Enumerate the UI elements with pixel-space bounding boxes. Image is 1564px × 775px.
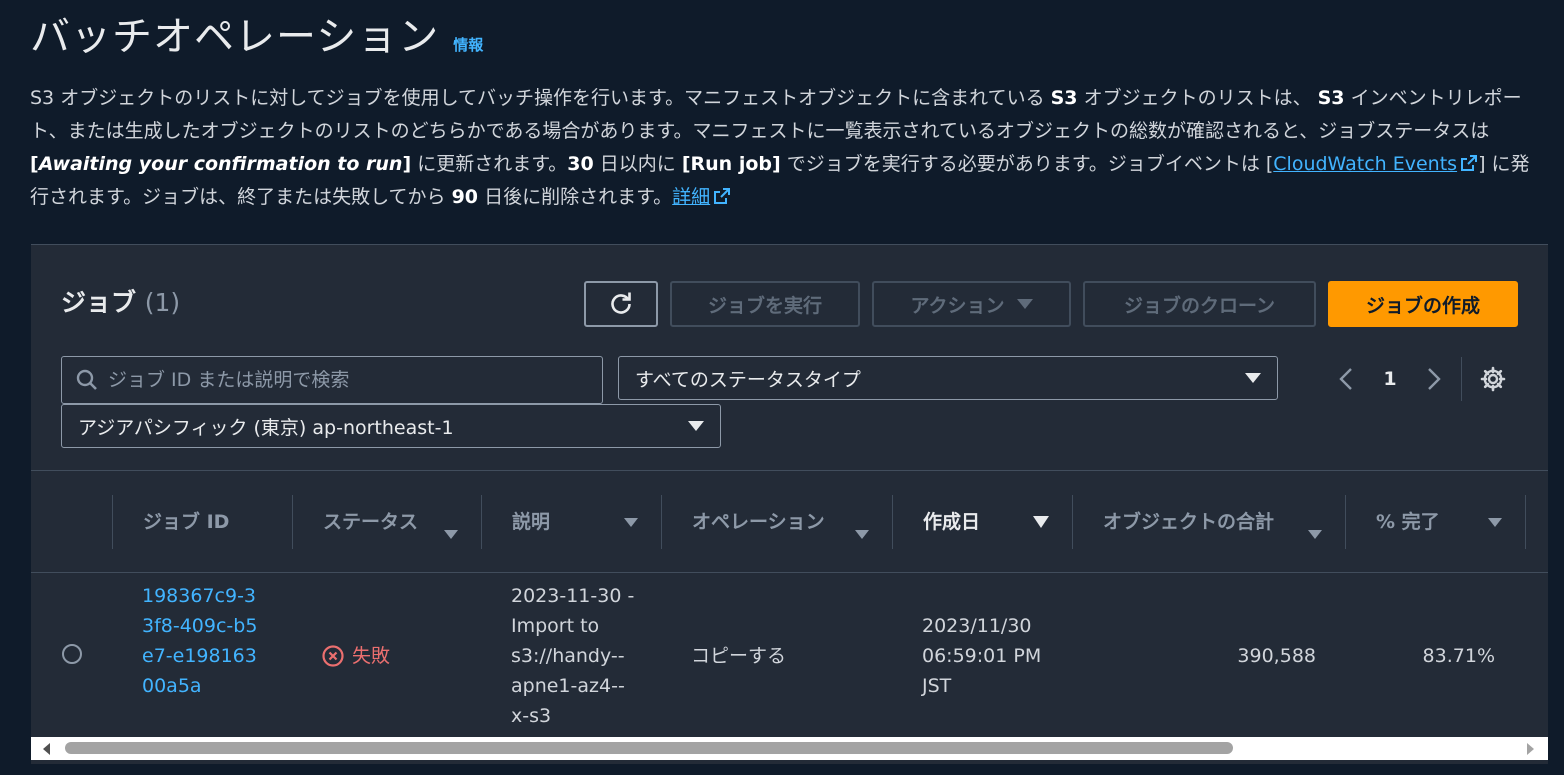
table-header: ジョブ ID ステータス 説明 オペレーション 作成日 オブジェクトの合計 % … xyxy=(31,471,1548,573)
search-input[interactable] xyxy=(108,369,578,391)
awaiting-status-text: [Awaiting your confirmation to run] xyxy=(30,153,412,175)
clone-job-button[interactable]: ジョブのクローン xyxy=(1083,281,1316,327)
column-header-operation[interactable]: オペレーション xyxy=(662,495,893,549)
sort-icon xyxy=(1488,517,1502,527)
description-cell: 2023-11-30 - Import to s3://handy--apne1… xyxy=(511,585,635,727)
description-s3: S3 xyxy=(1317,87,1345,109)
chevron-left-icon xyxy=(1339,368,1352,390)
region-filter-select[interactable]: アジアパシフィック (東京) ap-northeast-1 xyxy=(61,404,721,448)
description-text: S3 オブジェクトのリストに対してジョブを使用してバッチ操作を行います。マニフェ… xyxy=(30,87,1051,109)
operation-cell: コピーする xyxy=(691,645,787,667)
table-row[interactable]: 198367c9-33f8-409c-b5e7-e19816300a5a 失敗 … xyxy=(31,573,1548,741)
select-column-header xyxy=(31,495,113,549)
gear-icon xyxy=(1480,366,1506,392)
description-text: オブジェクトのリストは、 xyxy=(1077,87,1318,109)
sort-icon xyxy=(624,517,638,527)
pagination: 1 xyxy=(1331,357,1508,401)
jobs-panel-title: ジョブ (1) xyxy=(61,288,181,317)
job-id-link[interactable]: 198367c9-33f8-409c-b5e7-e19816300a5a xyxy=(142,581,262,701)
info-link[interactable]: 情報 xyxy=(453,34,483,55)
description-days: 90 xyxy=(451,186,479,208)
caret-down-icon xyxy=(1016,299,1033,309)
jobs-panel: ジョブ (1) ジョブを実行 アクション ジョブのクローン ジョブの作成 すべて… xyxy=(31,244,1548,764)
sort-icon xyxy=(855,530,869,539)
pagination-divider xyxy=(1461,357,1462,401)
column-header-total-objects[interactable]: オブジェクトの合計 xyxy=(1073,495,1346,549)
refresh-button[interactable] xyxy=(584,281,658,327)
next-page-button[interactable] xyxy=(1419,361,1449,397)
error-icon xyxy=(322,645,344,667)
chevron-right-icon xyxy=(1428,368,1441,390)
scroll-left-arrow-icon[interactable] xyxy=(43,743,50,755)
description-days: 30 xyxy=(567,153,594,175)
column-header-job-id[interactable]: ジョブ ID xyxy=(113,495,293,549)
description-text: に更新されます。 xyxy=(411,153,568,175)
sort-icon xyxy=(444,530,458,539)
status-cell: 失敗 xyxy=(322,641,390,671)
create-job-button[interactable]: ジョブの作成 xyxy=(1328,281,1518,327)
sort-icon xyxy=(1308,530,1322,539)
column-header-description[interactable]: 説明 xyxy=(482,495,662,549)
horizontal-scrollbar[interactable] xyxy=(31,737,1548,760)
row-select-radio[interactable] xyxy=(62,644,82,664)
caret-down-icon xyxy=(688,421,704,431)
status-text: 失敗 xyxy=(352,645,391,667)
refresh-icon xyxy=(611,292,631,314)
search-icon xyxy=(76,369,97,390)
created-cell: 2023/11/30 06:59:01 PM JST xyxy=(922,615,1042,697)
previous-page-button[interactable] xyxy=(1331,361,1361,397)
run-job-text: [Run job] xyxy=(681,153,781,175)
description-text: 日以内に xyxy=(593,153,682,175)
preferences-button[interactable] xyxy=(1478,364,1508,394)
external-link-icon xyxy=(1461,155,1478,171)
current-page-number[interactable]: 1 xyxy=(1361,368,1419,390)
description-text: でジョブを実行する必要があります。ジョブイベントは [ xyxy=(780,153,1274,175)
page-header: バッチオペレーション 情報 xyxy=(30,10,483,64)
column-header-created[interactable]: 作成日 xyxy=(893,495,1073,549)
jobs-count: (1) xyxy=(144,288,181,317)
cloudwatch-events-link[interactable]: CloudWatch Events xyxy=(1273,153,1478,175)
details-link[interactable]: 詳細 xyxy=(672,186,731,208)
external-link-icon xyxy=(714,188,731,204)
region-filter-value: アジアパシフィック (東京) ap-northeast-1 xyxy=(78,416,454,439)
caret-down-icon xyxy=(1245,373,1261,383)
column-header-percent-complete[interactable]: % 完了 xyxy=(1346,495,1526,549)
description-s3: S3 xyxy=(1050,87,1078,109)
status-filter-value: すべてのステータスタイプ xyxy=(635,368,861,391)
actions-button[interactable]: アクション xyxy=(872,281,1071,327)
page: バッチオペレーション 情報 S3 オブジェクトのリストに対してジョブを使用してバ… xyxy=(0,0,1564,775)
total-objects-cell: 390,588 xyxy=(1237,645,1316,667)
description-text: 日後に削除されます。 xyxy=(478,186,673,208)
jobs-table: ジョブ ID ステータス 説明 オペレーション 作成日 オブジェクトの合計 % … xyxy=(31,470,1548,741)
search-box xyxy=(61,356,603,404)
page-description: S3 オブジェクトのリストに対してジョブを使用してバッチ操作を行います。マニフェ… xyxy=(30,82,1540,214)
scroll-right-arrow-icon[interactable] xyxy=(1527,743,1534,755)
status-filter-select[interactable]: すべてのステータスタイプ xyxy=(618,356,1278,400)
column-header-status[interactable]: ステータス xyxy=(293,495,482,549)
run-job-button[interactable]: ジョブを実行 xyxy=(670,281,860,327)
scrollbar-thumb[interactable] xyxy=(65,742,1233,754)
percent-complete-cell: 83.71% xyxy=(1422,645,1495,667)
sort-descending-icon xyxy=(1033,516,1049,528)
page-title: バッチオペレーション xyxy=(30,14,440,60)
